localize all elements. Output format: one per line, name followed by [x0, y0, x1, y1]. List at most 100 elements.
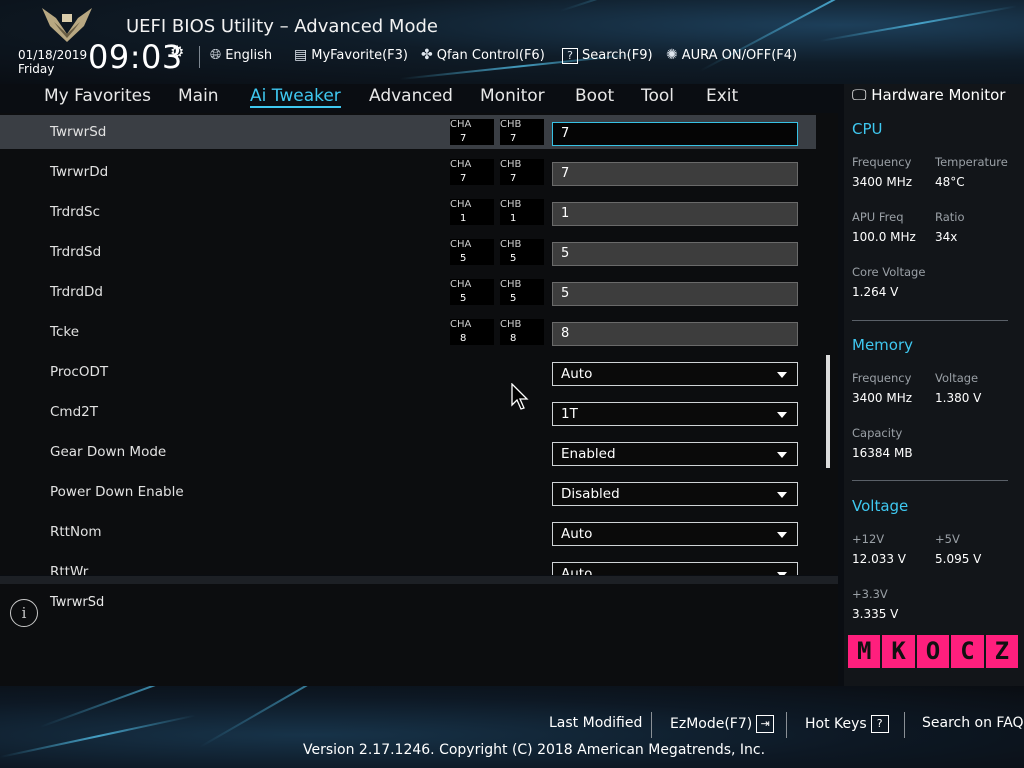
setting-row-trdrddd[interactable]: TrdrdDd CHA 5 CHB 5 5: [0, 275, 816, 309]
main-nav: My Favorites Main Ai Tweaker Advanced Mo…: [0, 84, 838, 112]
core-voltage-value: 1.264 V: [852, 285, 899, 299]
twrwrdd-input[interactable]: 7: [552, 162, 798, 186]
favorite-list-icon: ▤: [294, 47, 308, 63]
header-separator: [199, 46, 200, 68]
setting-row-gear-down-mode[interactable]: Gear Down Mode Enabled: [0, 435, 816, 469]
setting-row-cmd2t[interactable]: Cmd2T 1T: [0, 395, 816, 429]
search-button[interactable]: ? Search(F9): [562, 47, 653, 64]
memory-section-title: Memory: [852, 336, 914, 354]
twrwrsd-input[interactable]: 7: [552, 122, 798, 146]
apu-freq-value: 100.0 MHz: [852, 230, 916, 244]
tab-ai-tweaker[interactable]: Ai Tweaker: [250, 86, 341, 108]
cha-value: CHA 7: [450, 159, 494, 185]
help-text: TwrwrSd: [50, 595, 105, 610]
dropdown-arrow-icon: [777, 372, 787, 378]
setting-row-trdrdsd[interactable]: TrdrdSd CHA 5 CHB 5 5: [0, 235, 816, 269]
dropdown-arrow-icon: [777, 412, 787, 418]
aura-toggle-button[interactable]: ✺ AURA ON/OFF(F4): [666, 47, 797, 63]
trdrddd-input[interactable]: 5: [552, 282, 798, 306]
apu-freq-label: APU Freq: [852, 210, 904, 224]
footer-separator: [904, 712, 905, 738]
page-title: UEFI BIOS Utility – Advanced Mode: [126, 16, 438, 37]
cpu-section-title: CPU: [852, 120, 883, 138]
memory-capacity-label: Capacity: [852, 426, 903, 440]
tab-main[interactable]: Main: [178, 86, 219, 106]
chb-value: CHB 1: [500, 199, 544, 225]
ezmode-button[interactable]: EzMode(F7) ⇥: [670, 715, 775, 733]
tab-monitor[interactable]: Monitor: [480, 86, 545, 106]
tab-exit[interactable]: Exit: [706, 86, 738, 106]
v5-value: 5.095 V: [935, 552, 982, 566]
mouse-pointer-icon: [511, 383, 529, 410]
dropdown-arrow-icon: [777, 532, 787, 538]
hardware-monitor-panel: 🖵︎ Hardware Monitor CPU Frequency Temper…: [844, 84, 1024, 686]
trdrdsc-input[interactable]: 1: [552, 202, 798, 226]
tab-advanced[interactable]: Advanced: [369, 86, 453, 106]
tcke-input[interactable]: 8: [552, 322, 798, 346]
tab-tool[interactable]: Tool: [641, 86, 674, 106]
footer-separator: [651, 712, 652, 738]
cpu-temperature-label: Temperature: [935, 155, 1008, 169]
info-icon: i: [10, 599, 38, 627]
memory-voltage-label: Voltage: [935, 371, 979, 385]
tab-my-favorites[interactable]: My Favorites: [44, 86, 151, 106]
chb-value: CHB 7: [500, 159, 544, 185]
setting-row-twrwrsd[interactable]: TwrwrSd CHA 7 CHB 7 7: [0, 115, 816, 149]
rttwr-select[interactable]: Auto: [552, 562, 798, 575]
language-button[interactable]: 🌐︎ English: [210, 47, 272, 63]
copyright-text: Version 2.17.1246. Copyright (C) 2018 Am…: [303, 742, 766, 758]
chb-value: CHB 7: [500, 119, 544, 145]
chb-value: CHB 5: [500, 279, 544, 305]
cpu-frequency-label: Frequency: [852, 155, 912, 169]
tab-boot[interactable]: Boot: [575, 86, 614, 106]
date-display: 01/18/2019 Friday: [18, 48, 88, 76]
qfan-control-button[interactable]: ✤ Qfan Control(F6): [421, 47, 545, 63]
setting-row-power-down-enable[interactable]: Power Down Enable Disabled: [0, 475, 816, 509]
last-modified-button[interactable]: Last Modified: [549, 715, 642, 731]
rttnom-select[interactable]: Auto: [552, 522, 798, 546]
gear-down-mode-select[interactable]: Enabled: [552, 442, 798, 466]
power-down-enable-select[interactable]: Disabled: [552, 482, 798, 506]
setting-row-rttnom[interactable]: RttNom Auto: [0, 515, 816, 549]
search-help-icon: ?: [562, 47, 578, 64]
setting-row-procodt[interactable]: ProcODT Auto: [0, 355, 816, 389]
memory-frequency-label: Frequency: [852, 371, 912, 385]
v12-value: 12.033 V: [852, 552, 907, 566]
fan-icon: ✤: [421, 47, 433, 63]
setting-row-tcke[interactable]: Tcke CHA 8 CHB 8 8: [0, 315, 816, 349]
hot-keys-button[interactable]: Hot Keys ?: [805, 715, 889, 733]
dropdown-arrow-icon: [777, 452, 787, 458]
v33-label: +3.3V: [852, 587, 888, 601]
myfavorite-button[interactable]: ▤ MyFavorite(F3): [294, 47, 408, 63]
hardware-monitor-title: 🖵︎ Hardware Monitor: [852, 86, 1006, 104]
settings-list: TwrwrSd CHA 7 CHB 7 7 TwrwrDd CHA 7 CHB 7 7 …: [0, 113, 838, 575]
setting-row-rttwr[interactable]: RttWr Auto: [0, 555, 816, 575]
cha-value: CHA 1: [450, 199, 494, 225]
chb-value: CHB 5: [500, 239, 544, 265]
memory-capacity-value: 16384 MB: [852, 446, 913, 460]
memory-voltage-value: 1.380 V: [935, 391, 982, 405]
settings-gear-icon[interactable]: ⚙: [170, 42, 184, 61]
mkocz-watermark: MKOCZ: [848, 635, 1019, 668]
monitor-icon: 🖵︎: [852, 86, 867, 104]
setting-row-twrwrdd[interactable]: TwrwrDd CHA 7 CHB 7 7: [0, 155, 816, 189]
dropdown-arrow-icon: [777, 492, 787, 498]
trdrdsd-input[interactable]: 5: [552, 242, 798, 266]
procodt-select[interactable]: Auto: [552, 362, 798, 386]
v33-value: 3.335 V: [852, 607, 899, 621]
cmd2t-select[interactable]: 1T: [552, 402, 798, 426]
ratio-value: 34x: [935, 230, 958, 244]
core-voltage-label: Core Voltage: [852, 265, 926, 279]
search-faq-button[interactable]: Search on FAQ: [922, 715, 1024, 731]
memory-frequency-value: 3400 MHz: [852, 391, 913, 405]
settings-scrollbar[interactable]: [826, 355, 830, 468]
footer-separator: [786, 712, 787, 738]
clock: 09:03: [88, 38, 183, 76]
chb-value: CHB 8: [500, 319, 544, 345]
help-panel: i TwrwrSd: [0, 584, 838, 686]
setting-row-trdrdsc[interactable]: TrdrdSc CHA 1 CHB 1 1: [0, 195, 816, 229]
tuf-logo: [42, 8, 92, 42]
v5-label: +5V: [935, 532, 960, 546]
v12-label: +12V: [852, 532, 885, 546]
aura-light-icon: ✺: [666, 47, 678, 63]
